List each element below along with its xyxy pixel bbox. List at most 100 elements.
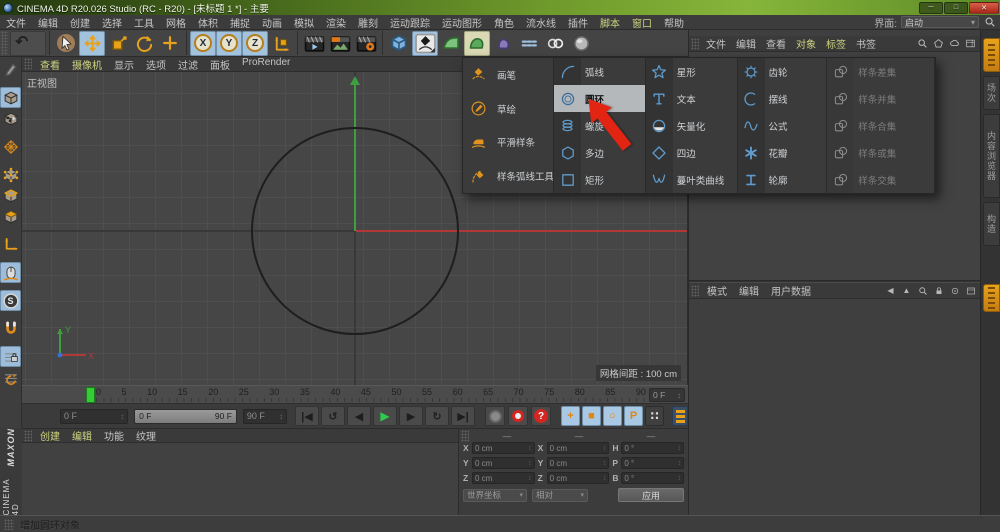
key-pla-button[interactable]: ∷ — [645, 406, 664, 426]
key-rotation-button[interactable]: ○ — [603, 406, 622, 426]
lock-workplane-button[interactable] — [0, 346, 21, 367]
spline-item-花瓣[interactable]: 花瓣 — [738, 139, 827, 166]
autokey-button[interactable] — [508, 406, 528, 426]
play-button[interactable]: ▶ — [373, 406, 397, 426]
spline-item-摆线[interactable]: 摆线 — [738, 85, 827, 112]
spline-tool-2[interactable]: 平滑样条 — [463, 126, 553, 160]
menu-item-11[interactable]: 雕刻 — [352, 15, 384, 30]
timeline-playhead[interactable] — [86, 387, 95, 403]
subdivision-button[interactable] — [464, 31, 490, 56]
menu-item-4[interactable]: 工具 — [128, 15, 160, 30]
coordinate-field[interactable]: 0 cm↕ — [472, 457, 535, 469]
close-button[interactable]: ✕ — [969, 2, 999, 14]
lock-x-button[interactable]: X — [190, 31, 216, 56]
viewport-menu-0[interactable]: 查看 — [34, 57, 66, 72]
search-icon[interactable] — [916, 37, 929, 50]
material-manager[interactable]: 创建编辑功能纹理 — [22, 428, 458, 515]
object-menu-2[interactable]: 查看 — [761, 36, 791, 51]
coordinate-field[interactable]: 0 cm↕ — [472, 442, 535, 454]
edges-mode-button[interactable] — [0, 185, 21, 206]
spline-item-矩形[interactable]: 矩形 — [554, 166, 645, 193]
tab-attributes-orange[interactable] — [983, 284, 1000, 312]
menu-item-17[interactable]: 脚本 — [594, 15, 626, 30]
render-view-button[interactable] — [301, 31, 327, 56]
coordinate-field[interactable]: 0 °↕ — [621, 457, 684, 469]
end-frame-field[interactable]: 90 F ↕ — [243, 409, 287, 424]
material-menu-3[interactable]: 纹理 — [130, 428, 162, 443]
object-menu-0[interactable]: 文件 — [701, 36, 731, 51]
menu-item-19[interactable]: 帮助 — [658, 15, 690, 30]
material-menu-0[interactable]: 创建 — [34, 428, 66, 443]
menu-item-14[interactable]: 角色 — [488, 15, 520, 30]
attribute-menu-0[interactable]: 模式 — [701, 283, 733, 298]
tab-layers-orange[interactable] — [983, 38, 1000, 72]
timeline-ruler[interactable]: 051015202530354045505560657075808590 0 F… — [22, 385, 688, 403]
key-position-button[interactable]: + — [561, 406, 580, 426]
coordinate-field[interactable]: 0 cm↕ — [547, 442, 610, 454]
menu-item-1[interactable]: 编辑 — [32, 15, 64, 30]
path-icon[interactable] — [932, 37, 945, 50]
enable-axis-button[interactable] — [0, 234, 21, 255]
symmetry-button[interactable] — [542, 31, 568, 56]
goto-start-button[interactable]: |◀ — [295, 406, 319, 426]
spline-tool-0[interactable]: 画笔 — [463, 58, 553, 92]
primitive-cube-button[interactable] — [386, 31, 412, 56]
view-label[interactable]: 正视图 — [27, 75, 57, 90]
spline-pen-button[interactable] — [412, 31, 438, 56]
side-tab-2[interactable]: 构造 — [983, 202, 1000, 246]
move-tool[interactable] — [79, 31, 105, 56]
spline-tool-3[interactable]: 样条弧线工具 — [463, 159, 553, 193]
goto-end-button[interactable]: ▶| — [451, 406, 475, 426]
magnet-tool-button[interactable] — [0, 318, 21, 339]
menu-item-7[interactable]: 捕捉 — [224, 15, 256, 30]
interface-select[interactable]: 启动 ▾ — [901, 16, 979, 28]
apply-button[interactable]: 应用 — [618, 488, 684, 502]
panel-icon[interactable] — [964, 37, 977, 50]
object-manager-grip[interactable] — [691, 38, 699, 50]
object-menu-3[interactable]: 对象 — [791, 36, 821, 51]
menu-item-0[interactable]: 文件 — [0, 15, 32, 30]
array-button[interactable] — [516, 31, 542, 56]
menu-item-8[interactable]: 动画 — [256, 15, 288, 30]
frame-field[interactable]: 0 F ↕ — [649, 388, 685, 402]
viewport-menu-6[interactable]: ProRender — [236, 57, 296, 72]
viewport-menu-1[interactable]: 摄像机 — [66, 57, 108, 72]
coordinate-system-button[interactable] — [268, 31, 294, 56]
volume-button[interactable] — [490, 31, 516, 56]
attribute-menu-1[interactable]: 编辑 — [733, 283, 765, 298]
workplane-mode-button[interactable] — [0, 136, 21, 157]
minimize-button[interactable]: ─ — [919, 2, 943, 14]
lock-y-button[interactable]: Y — [216, 31, 242, 56]
spline-tool-1[interactable]: 草绘 — [463, 92, 553, 126]
convert-tool-button[interactable] — [0, 59, 21, 80]
sphere-button[interactable] — [568, 31, 594, 56]
spinner-icon[interactable]: ↕ — [677, 391, 681, 400]
attribute-menu-2[interactable]: 用户数据 — [765, 283, 817, 298]
menu-item-5[interactable]: 网格 — [160, 15, 192, 30]
coordinate-field[interactable]: 0 °↕ — [621, 442, 684, 454]
spline-item-公式[interactable]: 公式 — [738, 112, 827, 139]
menu-item-6[interactable]: 体积 — [192, 15, 224, 30]
viewport-menu-4[interactable]: 过滤 — [172, 57, 204, 72]
timeline-scrollbar[interactable]: 0 F 90 F — [134, 409, 237, 424]
menu-item-9[interactable]: 模拟 — [288, 15, 320, 30]
spline-item-齿轮[interactable]: 齿轮 — [738, 58, 827, 85]
side-tab-0[interactable]: 场次 — [983, 76, 1000, 110]
maximize-button[interactable]: □ — [944, 2, 968, 14]
viewport-menu-3[interactable]: 选项 — [140, 57, 172, 72]
next-frame-button[interactable]: ▶ — [399, 406, 423, 426]
generator-button[interactable] — [438, 31, 464, 56]
side-tab-1[interactable]: 内容浏览器 — [983, 114, 1000, 198]
material-menu-grip[interactable] — [24, 430, 32, 442]
menu-item-16[interactable]: 插件 — [562, 15, 594, 30]
viewport-menu-grip[interactable] — [24, 58, 32, 70]
spline-item-星形[interactable]: 星形 — [646, 58, 737, 85]
history-back-icon[interactable]: ◀ — [884, 284, 897, 297]
play-backward-button[interactable]: ↺ — [321, 406, 345, 426]
toolbar-grip[interactable] — [1, 31, 8, 55]
key-parameter-button[interactable]: P — [624, 406, 643, 426]
texture-mode-button[interactable] — [0, 108, 21, 129]
snap-button[interactable]: S — [0, 290, 21, 311]
viewport-solo-button[interactable] — [0, 262, 21, 283]
viewport-menu-5[interactable]: 面板 — [204, 57, 236, 72]
